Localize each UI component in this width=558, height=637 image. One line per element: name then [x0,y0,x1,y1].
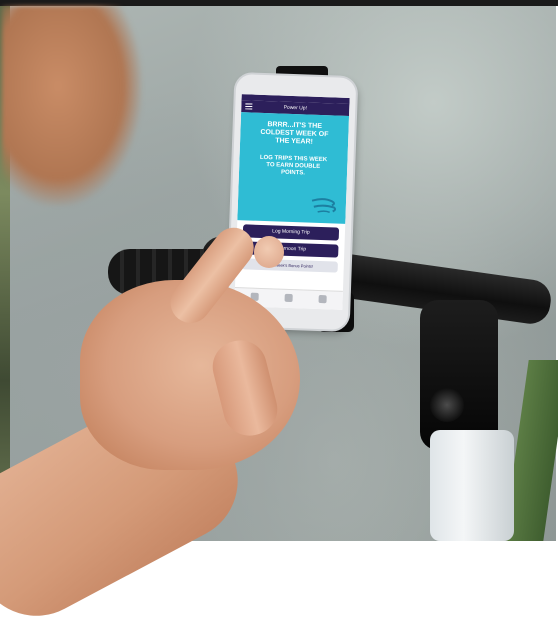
log-morning-trip-button[interactable]: Log Morning Trip [242,224,340,241]
fingertip [254,236,284,268]
promo-subline: LOG TRIPS THIS WEEK TO EARN DOUBLE POINT… [259,154,328,177]
menu-icon[interactable] [245,103,253,110]
app-title: Power Up! [283,104,308,112]
bike-stem [420,300,498,450]
tab-community-icon[interactable] [284,293,293,303]
blurred-arm [2,6,142,206]
stem-bolt [430,388,464,422]
wind-icon [311,198,337,214]
promo-banner: BRRR...IT'S THE COLDEST WEEK OF THE YEAR… [237,112,350,224]
tab-more-icon[interactable] [318,294,327,304]
phone-screen: Power Up! BRRR...IT'S THE COLDEST WEEK O… [234,94,350,310]
bike-headtube [430,430,514,541]
promo-headline: BRRR...IT'S THE COLDEST WEEK OF THE YEAR… [260,121,329,146]
smartphone: Power Up! BRRR...IT'S THE COLDEST WEEK O… [227,73,357,331]
